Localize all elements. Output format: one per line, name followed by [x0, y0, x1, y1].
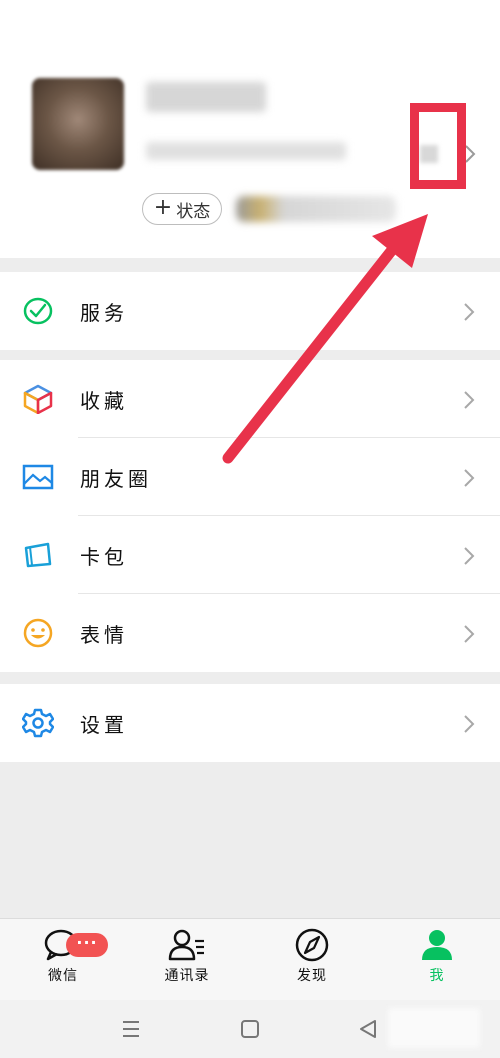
wechat-id-blurred — [146, 142, 346, 160]
menu-item-favorites[interactable]: 收藏 — [0, 360, 500, 438]
favorites-cube-icon — [23, 384, 53, 414]
home-icon[interactable] — [237, 1016, 263, 1042]
tab-chats[interactable]: 微信 ··· — [18, 927, 108, 997]
tab-label: 发现 — [297, 968, 327, 984]
menu-item-services[interactable]: 服务 — [0, 272, 500, 350]
smiley-icon — [23, 618, 53, 648]
tab-label: 微信 — [48, 968, 78, 984]
menu-item-label: 表情 — [80, 622, 128, 647]
plus-icon: + — [153, 195, 173, 220]
person-icon — [422, 930, 452, 960]
annotation-highlight-box — [410, 103, 466, 189]
settings-section: 设置 — [0, 684, 500, 762]
menu-item-label: 设置 — [80, 712, 128, 737]
tab-label: 我 — [429, 968, 445, 984]
menu-item-settings[interactable]: 设置 — [0, 684, 500, 762]
nickname-blurred — [146, 82, 266, 112]
chevron-right-icon — [464, 391, 475, 409]
tab-discover[interactable]: 发现 — [267, 927, 357, 997]
menu-item-wallet[interactable]: 卡包 — [0, 516, 500, 594]
tab-label: 通讯录 — [164, 968, 210, 984]
back-icon[interactable] — [356, 1016, 382, 1042]
menu-item-moments[interactable]: 朋友圈 — [0, 438, 500, 516]
friends-status-blurred[interactable] — [236, 196, 396, 222]
chevron-right-icon — [464, 303, 475, 321]
menu-item-label: 收藏 — [80, 388, 128, 413]
chevron-right-icon — [464, 547, 475, 565]
chevron-right-icon — [464, 469, 475, 487]
profile-header[interactable]: + 状态 — [0, 0, 500, 258]
watermark-blurred — [388, 1008, 480, 1048]
gear-icon — [22, 708, 54, 738]
card-wallet-icon — [24, 542, 52, 568]
bottom-tab-bar: 微信 ··· 通讯录 发现 我 — [0, 918, 500, 1000]
chevron-right-icon — [464, 715, 475, 733]
services-icon — [23, 297, 53, 325]
menu-item-label: 服务 — [80, 300, 128, 325]
menu-icon[interactable] — [118, 1016, 144, 1042]
contacts-icon — [168, 929, 204, 961]
features-section: 收藏 朋友圈 卡包 表情 — [0, 360, 500, 672]
menu-item-label: 朋友圈 — [80, 466, 152, 491]
menu-item-stickers[interactable]: 表情 — [0, 594, 500, 672]
status-button-label: 状态 — [176, 201, 211, 222]
compass-icon — [295, 928, 329, 962]
services-section: 服务 — [0, 272, 500, 350]
tab-contacts[interactable]: 通讯录 — [142, 927, 232, 997]
menu-item-label: 卡包 — [80, 544, 128, 569]
add-status-button[interactable]: + 状态 — [142, 193, 222, 225]
moments-image-icon — [22, 464, 54, 490]
chevron-right-icon — [464, 625, 475, 643]
unread-badge: ··· — [66, 933, 108, 957]
avatar[interactable] — [32, 78, 124, 170]
tab-me[interactable]: 我 — [392, 927, 482, 997]
